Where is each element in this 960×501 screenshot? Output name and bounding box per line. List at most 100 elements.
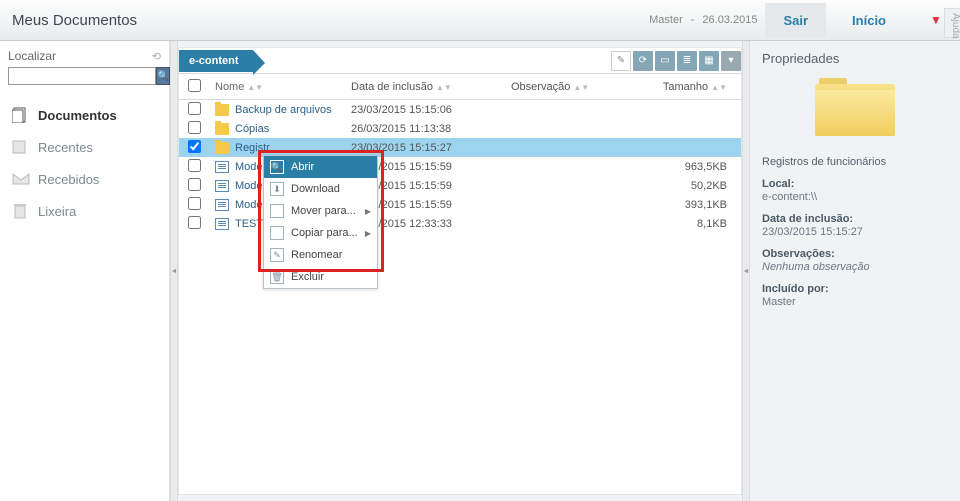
context-menu-item[interactable]: Copiar para...▶ (264, 222, 377, 244)
row-checkbox[interactable] (188, 159, 201, 172)
select-all-checkbox[interactable] (188, 79, 201, 92)
toggle-view-button[interactable]: ▭ (655, 51, 675, 71)
inbox-icon (12, 171, 30, 187)
grid-view-button[interactable]: ▦ (699, 51, 719, 71)
incl-label: Incluído por: (762, 283, 948, 295)
home-button[interactable]: Início (834, 3, 904, 38)
file-name: Registr (235, 142, 270, 154)
header-date: 26.03.2015 (702, 14, 757, 26)
data-label: Data de inclusão: (762, 213, 948, 225)
context-menu-item[interactable]: Mover para... ▶ (264, 200, 377, 222)
sidebar-item-label: Recentes (38, 140, 93, 155)
header-dropdown[interactable]: ▼ (912, 3, 948, 37)
context-menu-label: Renomear (291, 249, 342, 261)
file-name: Backup de arquivos (235, 104, 332, 116)
context-menu-item[interactable]: 🔍 Abrir (264, 156, 377, 178)
magnify-icon: 🔍 (270, 160, 284, 174)
column-tamanho[interactable]: Tamanho▲▼ (661, 81, 741, 93)
logout-button[interactable]: Sair (765, 3, 826, 38)
table-row[interactable]: Cópias26/03/2015 11:13:38 (179, 119, 741, 138)
app-header: Meus Documentos Master - 26.03.2015 Sair… (0, 0, 960, 41)
folder-icon (215, 123, 229, 135)
document-icon (215, 161, 229, 173)
data-value: 23/03/2015 15:15:27 (762, 226, 948, 238)
blank-icon (270, 226, 284, 240)
sort-icon: ▲▼ (247, 83, 263, 92)
sidebar-item-recentes[interactable]: Recentes (8, 131, 161, 163)
local-value: e-content:\\ (762, 191, 948, 203)
breadcrumb[interactable]: e-content (179, 50, 253, 72)
help-tab[interactable]: Ajuda (944, 8, 960, 38)
sidebar-item-label: Documentos (38, 108, 117, 123)
rename-icon: ✎ (270, 248, 284, 262)
sidebar: Localizar ⟲ 🔍 Documentos Recentes Rec (0, 41, 170, 501)
file-name: Cópias (235, 123, 269, 135)
sidebar-item-label: Recebidos (38, 172, 99, 187)
search-button[interactable]: 🔍 (156, 67, 170, 85)
properties-panel: Propriedades Registros de funcionários L… (750, 41, 960, 501)
table-row[interactable]: Backup de arquivos 23/03/2015 15:15:06 (179, 100, 741, 119)
row-checkbox[interactable] (188, 140, 201, 153)
sort-icon: ▲▼ (573, 83, 589, 92)
trash-icon (12, 203, 30, 219)
document-icon (215, 180, 229, 192)
splitter-left[interactable] (170, 41, 178, 501)
context-menu-item[interactable]: ⬇ Download (264, 178, 377, 200)
properties-title: Propriedades (762, 51, 948, 66)
column-data[interactable]: Data de inclusão▲▼ (351, 81, 511, 93)
context-menu-label: Mover para... (291, 205, 356, 217)
incl-value: Master (762, 296, 948, 308)
download-icon: ⬇ (270, 182, 284, 196)
header-user: Master (649, 14, 683, 26)
file-date: 23/03/2015 15:15:27 (351, 142, 511, 154)
context-menu-label: Download (291, 183, 340, 195)
documents-icon (12, 107, 30, 123)
file-size: 963,5KB (661, 161, 741, 173)
context-menu-label: Abrir (291, 161, 314, 173)
row-checkbox[interactable] (188, 102, 201, 115)
row-checkbox[interactable] (188, 178, 201, 191)
search-icon: 🔍 (157, 71, 169, 82)
sort-icon: ▲▼ (711, 83, 727, 92)
page-title: Meus Documentos (12, 12, 649, 29)
file-size: 8,1KB (661, 218, 741, 230)
edit-path-button[interactable]: ✎ (611, 51, 631, 71)
row-checkbox[interactable] (188, 216, 201, 229)
pin-icon[interactable]: ⟲ (152, 50, 161, 63)
context-menu-item[interactable]: ✎ Renomear (264, 244, 377, 266)
recent-icon (12, 139, 30, 155)
more-options-button[interactable]: ▾ (721, 51, 741, 71)
list-view-button[interactable]: ≣ (677, 51, 697, 71)
folder-icon (215, 104, 229, 116)
sidebar-item-lixeira[interactable]: Lixeira (8, 195, 161, 227)
row-checkbox[interactable] (188, 121, 201, 134)
search-input[interactable] (8, 67, 156, 85)
file-size: 393,1KB (661, 199, 741, 211)
header-sep: - (691, 14, 695, 26)
refresh-button[interactable]: ⟳ (633, 51, 653, 71)
sidebar-item-documentos[interactable]: Documentos (8, 99, 161, 131)
table-header: Nome▲▼ Data de inclusão▲▼ Observação▲▼ T… (179, 74, 741, 100)
row-checkbox[interactable] (188, 197, 201, 210)
splitter-right[interactable] (742, 41, 750, 501)
document-icon (215, 218, 229, 230)
submenu-arrow-icon: ▶ (365, 207, 371, 216)
local-label: Local: (762, 178, 948, 190)
context-menu-item[interactable]: 🗑Excluir (264, 266, 377, 288)
context-menu[interactable]: 🔍 Abrir ⬇ Download Mover para... ▶ Copiar para… (263, 155, 378, 289)
column-nome[interactable]: Nome▲▼ (209, 81, 351, 93)
search-label: Localizar (8, 49, 56, 63)
folder-large-icon (815, 76, 895, 136)
context-menu-label: Excluir (291, 271, 324, 283)
obs-label: Observações: (762, 248, 948, 260)
selected-item-name: Registros de funcionários (762, 156, 948, 168)
blank-icon (270, 204, 284, 218)
header-right: Master - 26.03.2015 Sair Início ▼ (649, 3, 948, 38)
sidebar-item-recebidos[interactable]: Recebidos (8, 163, 161, 195)
sort-icon: ▲▼ (436, 83, 452, 92)
sidebar-item-label: Lixeira (38, 204, 76, 219)
toolbar: e-content ✎ ⟳ ▭ ≣ ▦ ▾ (179, 48, 741, 74)
file-date: 23/03/2015 15:15:06 (351, 104, 511, 116)
folder-icon (215, 142, 229, 154)
column-observacao[interactable]: Observação▲▼ (511, 81, 661, 93)
